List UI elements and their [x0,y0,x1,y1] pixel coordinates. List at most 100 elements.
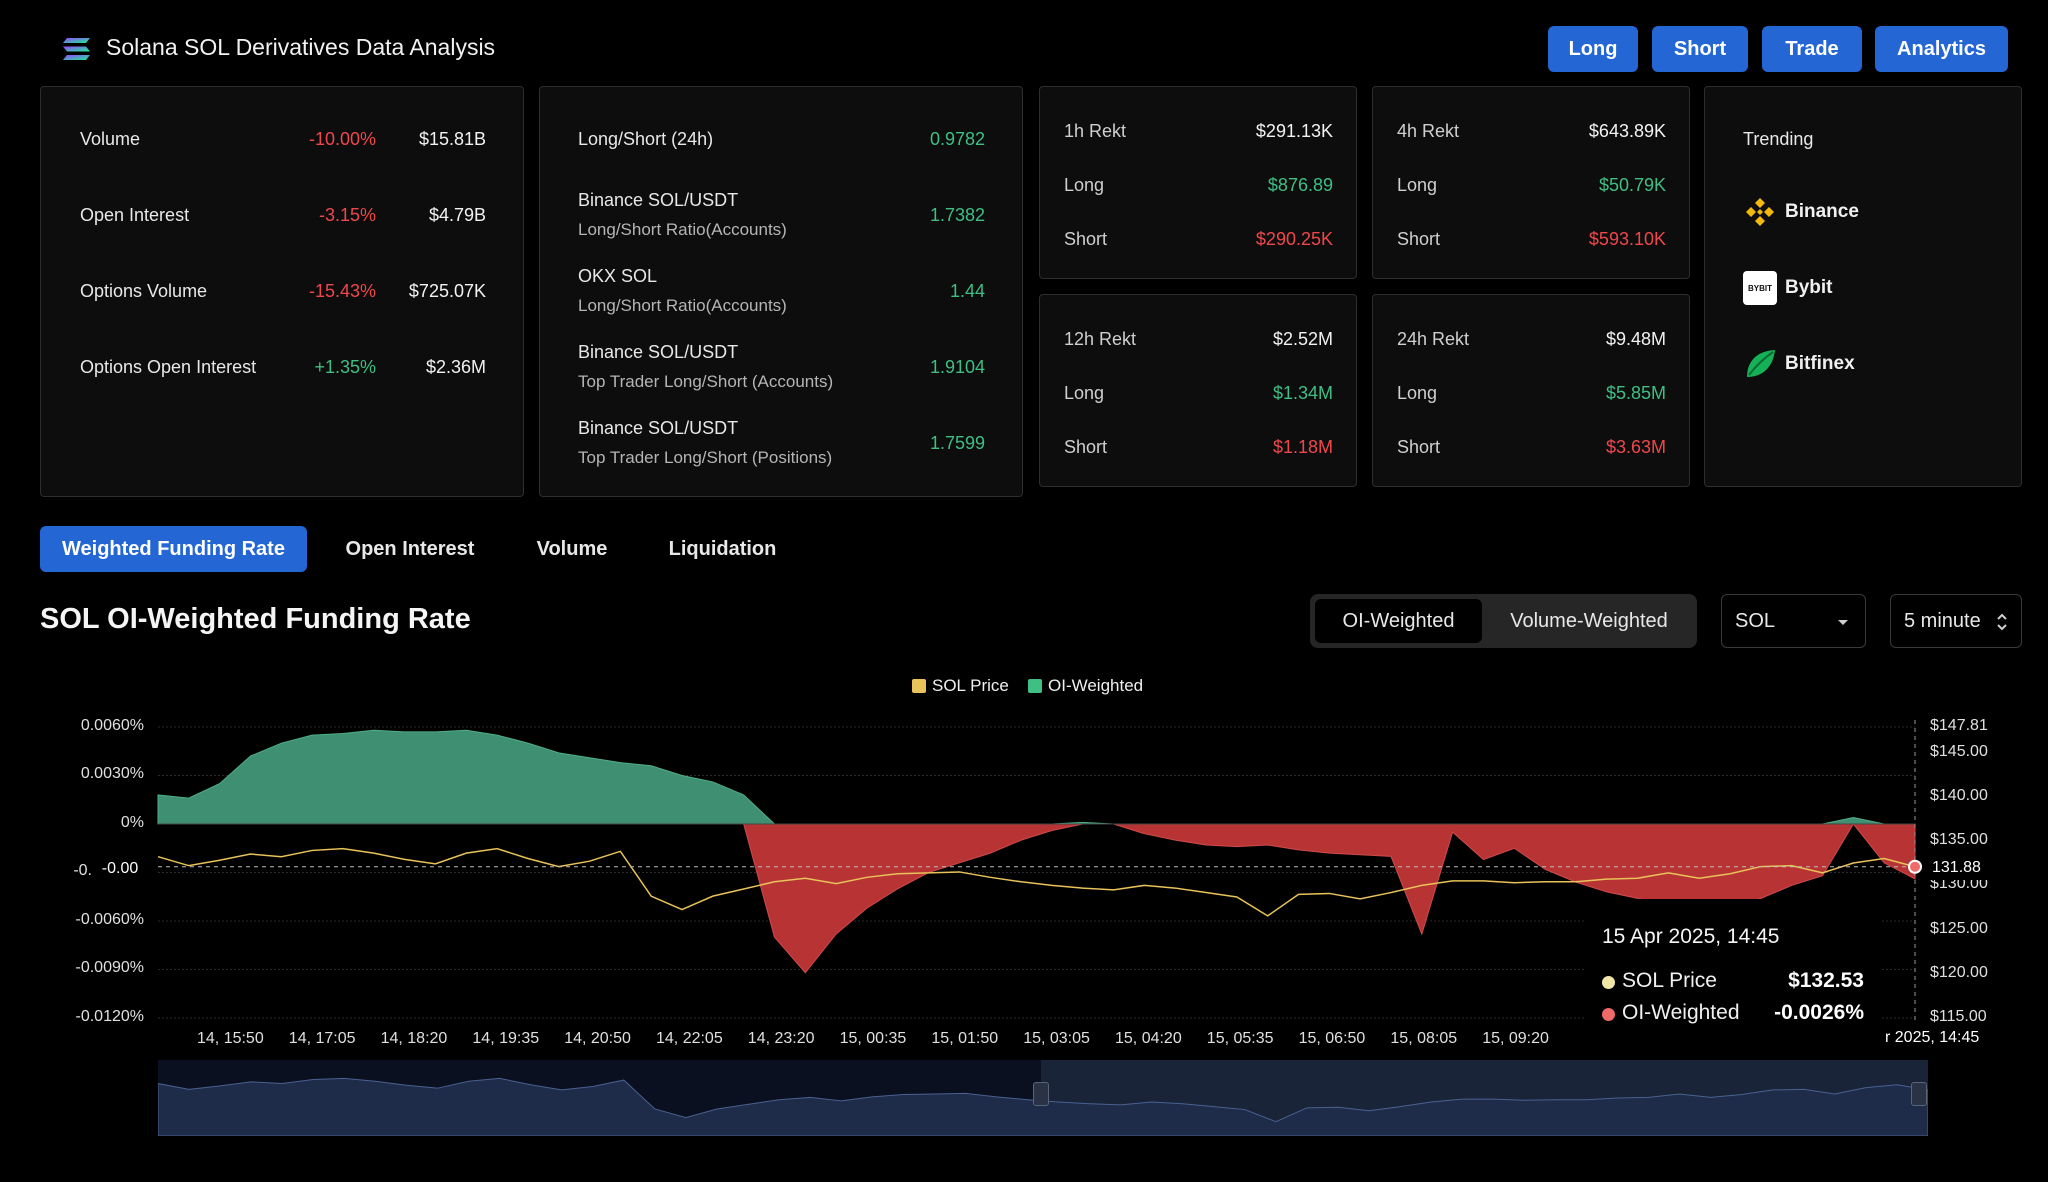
interval-select-value: 5 minute [1904,609,1981,632]
y-right-tick: $147.81 [1930,717,1988,734]
rekt-4h-title: 4h Rekt [1397,121,1460,141]
rekt-1h-short: $290.25K [1255,229,1333,249]
x-crosshair-label: r 2025, 14:45 [1877,1024,1997,1052]
analytics-button[interactable]: Analytics [1875,26,2008,72]
options-oi-value: $2.36M [425,357,486,377]
open-interest-label: Open Interest [80,205,190,225]
rekt-4h-long: $50.79K [1598,175,1666,195]
ls-top-positions-sub: Top Trader Long/Short (Positions) [578,448,833,467]
rekt-4h-short: $593.10K [1588,229,1666,249]
tab-liquidation[interactable]: Liquidation [650,526,795,572]
volume-weighted-option[interactable]: Volume-Weighted [1486,599,1692,643]
bitfinex-icon [1747,350,1775,377]
options-volume-label: Options Volume [80,281,208,301]
ls-24h-value: 0.9782 [929,129,985,149]
volume-change: -10.00% [308,129,376,149]
y-right-tick: $120.00 [1930,964,1988,981]
trending-item-bybit[interactable]: BYBIT Bybit [1743,271,1833,305]
rekt-12h-long-label: Long [1064,383,1105,403]
trending-card: Trending Binance BYBIT Bybit Bitfinex [1704,86,2022,487]
open-interest-value: $4.79B [428,205,486,225]
x-tick-label: 15, 05:35 [1206,1030,1274,1047]
options-oi-label: Options Open Interest [80,357,257,377]
legend-oi-weighted-swatch [1028,679,1042,693]
volume-label: Volume [80,129,141,149]
trending-binance-label: Binance [1785,201,1859,222]
tooltip-sol-label: SOL Price [1622,969,1717,992]
trending-item-binance[interactable]: Binance [1743,195,1859,229]
ls-top-accounts-sub: Top Trader Long/Short (Accounts) [578,372,834,391]
x-tick-label: 14, 22:05 [656,1030,723,1047]
y-left-current-badge: -0.00 [96,857,144,881]
options-volume-value: $725.07K [408,281,486,301]
oi-weighted-positive-area [157,729,1915,825]
weighting-toggle: OI-Weighted Volume-Weighted [1310,594,1697,648]
y-right-current-badge: 131.88 [1920,856,1996,880]
rekt-24h-short: $3.63M [1605,437,1666,457]
rekt-24h-card: 24h Rekt $9.48M Long $5.85M Short $3.63M [1372,294,1690,487]
rekt-24h-total: $9.48M [1605,329,1666,349]
ls-binance-accounts-sub: Long/Short Ratio(Accounts) [578,220,787,239]
rekt-24h-long: $5.85M [1605,383,1666,403]
x-tick-label: 15, 04:20 [1115,1030,1182,1047]
coin-select[interactable]: SOL [1721,594,1866,648]
ls-top-accounts-value: 1.9104 [929,357,985,377]
rekt-1h-card: 1h Rekt $291.13K Long $876.89 Short $290… [1039,86,1357,279]
updown-chevron-icon [1997,613,2007,631]
rekt-24h-long-label: Long [1397,383,1438,403]
options-volume-change: -15.43% [308,281,376,301]
x-tick-label: 14, 15:50 [197,1030,264,1047]
ls-binance-accounts-value: 1.7382 [929,205,985,225]
rekt-1h-title: 1h Rekt [1064,121,1127,141]
range-handle-left[interactable] [1033,1082,1049,1106]
y-right-tick: $125.00 [1930,920,1988,937]
x-tick-label: 15, 01:50 [931,1030,999,1047]
y-left-tick: 0.0060% [80,717,144,734]
rekt-12h-total: $2.52M [1272,329,1333,349]
interval-select[interactable]: 5 minute [1890,594,2022,648]
oi-weighted-option[interactable]: OI-Weighted [1315,599,1482,643]
y-left-tick: -0.0090% [75,959,145,976]
rekt-1h-short-label: Short [1064,229,1108,249]
y-right-tick: $140.00 [1930,787,1988,804]
legend-sol-price-swatch [912,679,926,693]
ls-24h-label: Long/Short (24h) [578,129,714,149]
rekt-12h-short: $1.18M [1272,437,1333,457]
app-title: Solana SOL Derivatives Data Analysis [106,34,496,60]
tooltip-oi-value: -0.0026% [1774,1001,1864,1024]
tab-open-interest[interactable]: Open Interest [330,526,490,572]
long-button[interactable]: Long [1548,26,1638,72]
y-left-tick: -0. [73,862,92,879]
y-right-tick: $145.00 [1930,743,1988,760]
x-tick-label: 15, 06:50 [1298,1030,1366,1047]
legend-sol-price[interactable]: SOL Price [912,676,1009,696]
chart-section-title: SOL OI-Weighted Funding Rate [40,603,471,635]
trending-bitfinex-label: Bitfinex [1785,353,1855,374]
trending-item-bitfinex[interactable]: Bitfinex [1743,347,1855,381]
tooltip-sol-dot [1602,976,1615,989]
ls-okx-value: 1.44 [949,281,985,301]
trending-title: Trending [1743,129,1814,149]
short-button[interactable]: Short [1652,26,1748,72]
rekt-4h-short-label: Short [1397,229,1441,249]
rekt-4h-card: 4h Rekt $643.89K Long $50.79K Short $593… [1372,86,1690,279]
rekt-12h-card: 12h Rekt $2.52M Long $1.34M Short $1.18M [1039,294,1357,487]
trending-bybit-label: Bybit [1785,277,1833,298]
coin-select-value: SOL [1735,609,1776,632]
tab-weighted-funding-rate[interactable]: Weighted Funding Rate [40,526,307,572]
x-tick-label: 14, 23:20 [747,1030,815,1047]
tooltip-date: 15 Apr 2025, 14:45 [1602,925,1780,948]
trade-button[interactable]: Trade [1762,26,1862,72]
legend-oi-weighted[interactable]: OI-Weighted [1028,676,1143,696]
solana-logo-icon [63,38,90,60]
tab-volume[interactable]: Volume [520,526,624,572]
x-tick-label: 14, 18:20 [380,1030,448,1047]
range-handle-right[interactable] [1911,1082,1927,1106]
x-tick-label: 15, 09:20 [1482,1030,1549,1047]
x-tick-label: 15, 00:35 [839,1030,907,1047]
x-tick-label: 14, 20:50 [564,1030,631,1047]
y-left-tick: 0.0030% [80,765,144,782]
x-tick-label: 15, 08:05 [1390,1030,1458,1047]
chart-tooltip: 15 Apr 2025, 14:45 SOL Price $132.53 OI-… [1584,899,1880,1031]
rekt-1h-long: $876.89 [1267,175,1333,195]
